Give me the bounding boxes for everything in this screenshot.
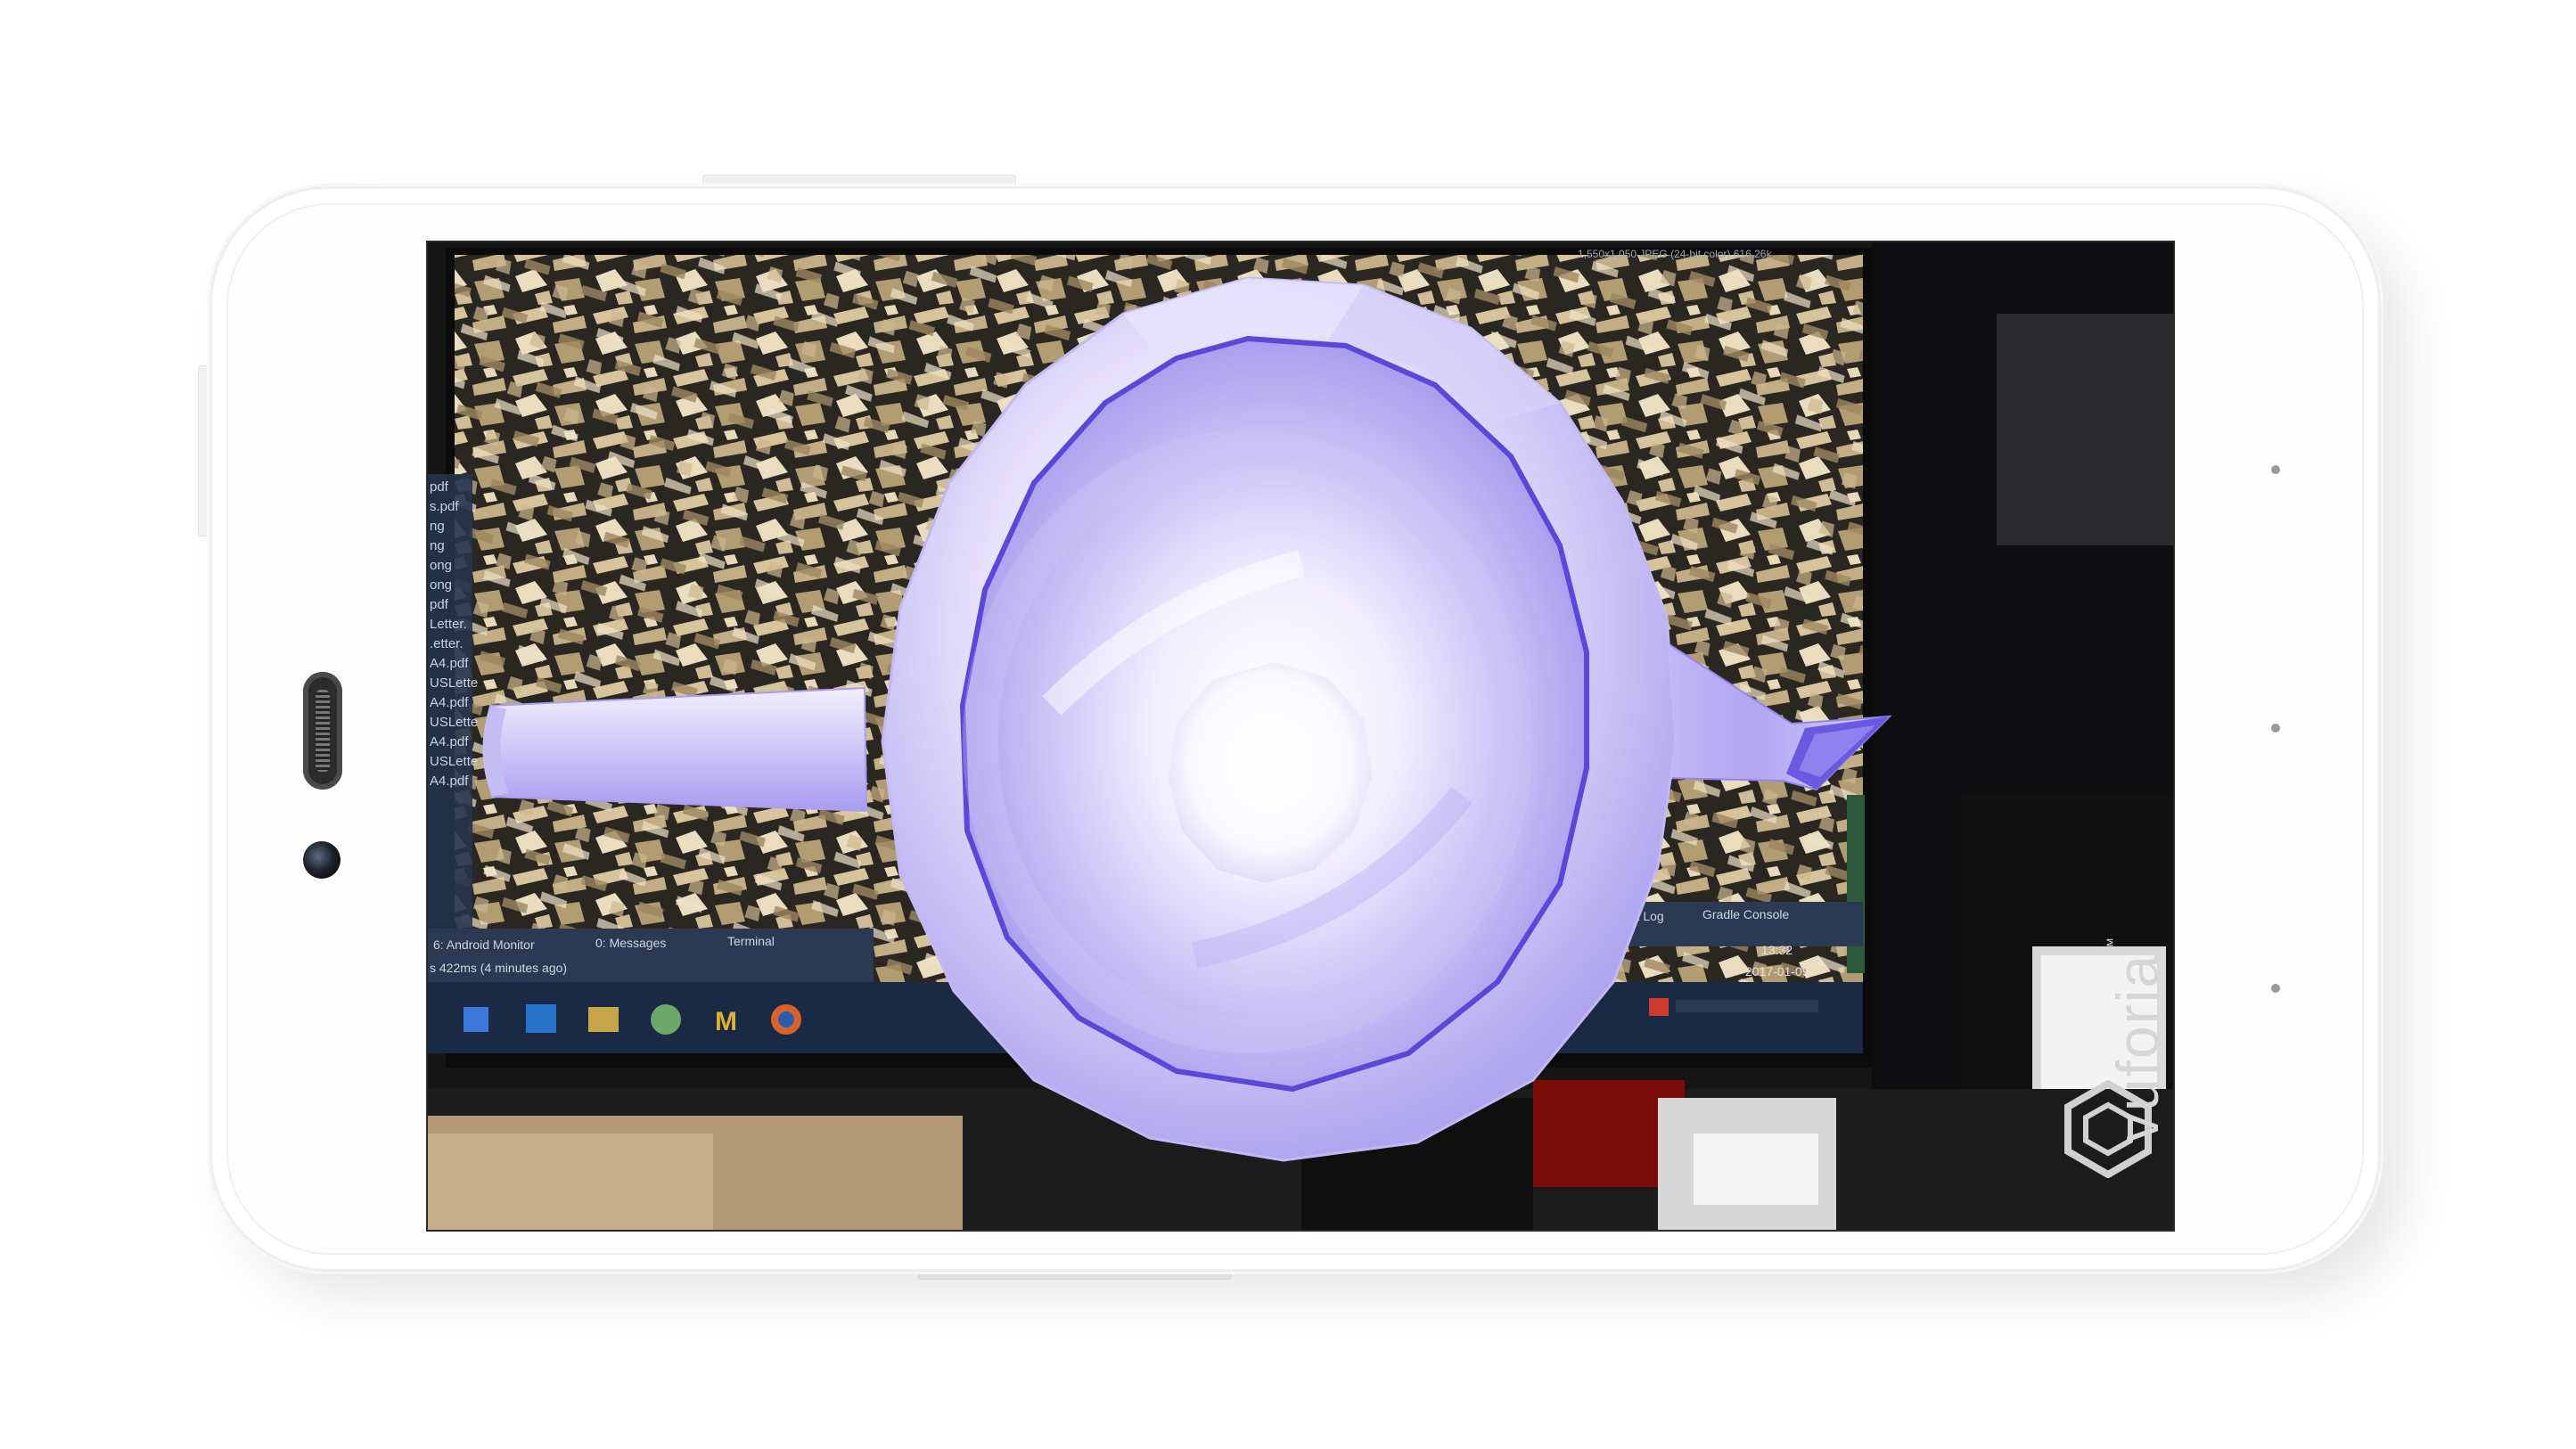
nav-dot-top[interactable] <box>2271 465 2280 474</box>
front-camera <box>303 841 340 879</box>
power-button[interactable] <box>702 175 1016 187</box>
ar-camera-view[interactable]: M 1,550x1,050 JPEG (24-bit color) 616.26… <box>426 241 2175 1232</box>
side-key[interactable] <box>198 365 212 536</box>
volume-button[interactable] <box>918 1267 1232 1280</box>
vuforia-brand-label: vuforia™ <box>2104 935 2170 1142</box>
nav-dot-middle[interactable] <box>2271 724 2280 733</box>
ar-teapot[interactable] <box>428 242 2173 1230</box>
teapot-handle <box>483 686 868 813</box>
nav-dot-bottom[interactable] <box>2271 984 2280 993</box>
earpiece-speaker <box>303 672 342 790</box>
